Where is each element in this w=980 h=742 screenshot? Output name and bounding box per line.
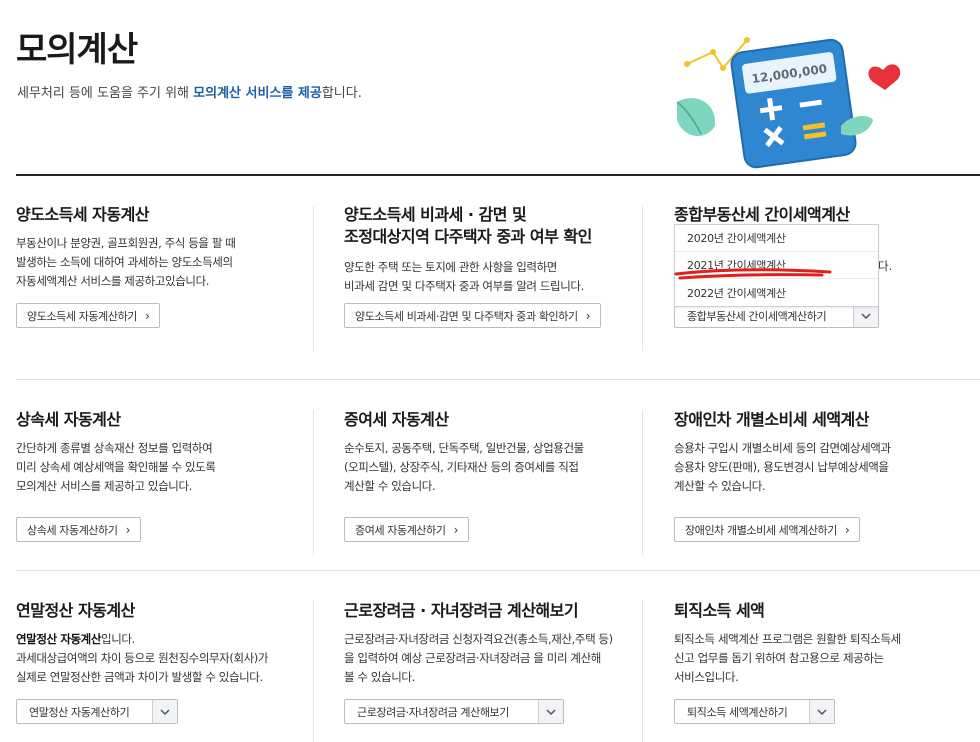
card-capital-gains-tax: 양도소득세 자동계산 부동산이나 분양권, 골프회원권, 주식 등을 팔 때 발생… — [16, 204, 316, 291]
card-description: 간단하게 종류별 상속재산 정보를 입력하여 미리 상속세 예상세액을 확인해볼 … — [16, 441, 216, 493]
card-title: 증여세 자동계산 — [344, 410, 449, 429]
year-end-select[interactable]: 연말정산 자동계산하기 — [16, 699, 178, 724]
card-description: 연말정산 자동계산입니다. 과세대상급여액의 차이 등으로 원천징수의무자(회사… — [16, 632, 269, 684]
card-title: 근로장려금 · 자녀장려금 계산해보기 — [344, 601, 579, 620]
card-title: 양도소득세 비과세 · 감면 및 조정대상지역 다주택자 중과 여부 확인 — [344, 205, 592, 246]
chevron-down-icon[interactable] — [853, 304, 878, 327]
card-description: 승용차 구입시 개별소비세 등의 감면예상세액과 승용차 양도(판매), 용도변경… — [674, 441, 891, 493]
row-divider — [16, 379, 980, 380]
card-title: 퇴직소득 세액 — [674, 601, 765, 620]
red-underline-annotation — [674, 268, 832, 280]
select-label: 근로장려금·자녀장려금 계산해보기 — [357, 705, 509, 719]
page-title: 모의계산 — [16, 30, 138, 70]
card-year-end-settlement: 연말정산 자동계산 연말정산 자동계산입니다. 과세대상급여액의 차이 등으로 … — [16, 600, 316, 687]
chevron-right-icon: › — [845, 522, 850, 537]
dropdown-option-2020[interactable]: 2020년 간이세액계산 — [675, 225, 878, 252]
card-description: 순수토지, 공동주택, 단독주택, 일반건물, 상업용건물 (오피스텔), 상장주… — [344, 441, 584, 493]
chevron-down-icon[interactable] — [809, 700, 834, 723]
card-comprehensive-property-tax: 종합부동산세 간이세액계산 — [674, 204, 974, 226]
card-gift-tax: 증여세 자동계산 순수토지, 공동주택, 단독주택, 일반건물, 상업용건물 (오… — [344, 409, 644, 496]
card-retirement-income-tax: 퇴직소득 세액 퇴직소득 세액계산 프로그램은 원활한 퇴직소득세 신고 업무를 … — [674, 600, 974, 687]
card-description: 퇴직소득 세액계산 프로그램은 원활한 퇴직소득세 신고 업무를 돕기 위하여 참… — [674, 632, 901, 684]
section-top-rule — [16, 174, 980, 176]
card-title: 상속세 자동계산 — [16, 410, 121, 429]
heart-icon — [868, 64, 901, 90]
select-label: 종합부동산세 간이세액계산하기 — [687, 309, 827, 323]
retirement-select[interactable]: 퇴직소득 세액계산하기 — [674, 699, 835, 724]
card-title: 양도소득세 자동계산 — [16, 205, 150, 224]
chevron-right-icon: › — [125, 522, 131, 537]
card-description: 근로장려금·자녀장려금 신청자격요건(총소득,재산,주택 등) 을 입력하여 예상… — [344, 632, 613, 684]
card-description: 양도한 주택 또는 토지에 관한 사항을 입력하면 비과세 감면 및 다주택자 중… — [344, 260, 584, 293]
card-inheritance-tax: 상속세 자동계산 간단하게 종류별 상속재산 정보를 입력하여 미리 상속세 예상… — [16, 409, 316, 496]
exemption-check-button[interactable]: 양도소득세 비과세·감면 및 다주택자 중과 확인하기 › — [344, 303, 602, 328]
gift-tax-calc-button[interactable]: 증여세 자동계산하기 › — [344, 517, 469, 542]
card-title: 연말정산 자동계산 — [16, 601, 135, 620]
inheritance-calc-button[interactable]: 상속세 자동계산하기 › — [16, 517, 141, 542]
incentive-select[interactable]: 근로장려금·자녀장려금 계산해보기 — [344, 699, 564, 724]
vehicle-tax-calc-button[interactable]: 장애인차 개별소비세 세액계산하기 › — [674, 517, 861, 542]
chevron-down-icon[interactable] — [538, 700, 563, 723]
card-description-fragment: 다. — [878, 259, 893, 273]
card-title: 장애인차 개별소비세 세액계산 — [674, 410, 870, 429]
chevron-down-icon[interactable] — [152, 700, 177, 723]
description-highlight: 모의계산 서비스를 제공 — [193, 86, 322, 101]
card-work-incentive: 근로장려금 · 자녀장려금 계산해보기 근로장려금·자녀장려금 신청자격요건(총… — [344, 600, 644, 687]
chevron-right-icon: › — [145, 308, 150, 323]
select-label: 연말정산 자동계산하기 — [29, 705, 130, 719]
card-capital-gains-exemption: 양도소득세 비과세 · 감면 및 조정대상지역 다주택자 중과 여부 확인 양도한… — [344, 204, 644, 296]
page-description: 세무처리 등에 도움을 주기 위해 모의계산 서비스를 제공합니다. — [17, 86, 362, 101]
card-description: 부동산이나 분양권, 골프회원권, 주식 등을 팔 때 발생하는 소득에 대하여 … — [16, 236, 236, 288]
capital-gains-calc-button[interactable]: 양도소득세 자동계산하기 › — [16, 303, 161, 328]
calculator-illustration: 12,000,000 — [676, 37, 901, 169]
select-label: 퇴직소득 세액계산하기 — [687, 705, 788, 719]
card-title: 종합부동산세 간이세액계산 — [674, 205, 850, 224]
leaf-left-icon — [677, 98, 716, 137]
chevron-right-icon: › — [453, 522, 459, 537]
row-divider — [16, 570, 980, 571]
card-disabled-vehicle-tax: 장애인차 개별소비세 세액계산 승용차 구입시 개별소비세 등의 감면예상세액과… — [674, 409, 974, 496]
chevron-right-icon: › — [585, 308, 591, 323]
